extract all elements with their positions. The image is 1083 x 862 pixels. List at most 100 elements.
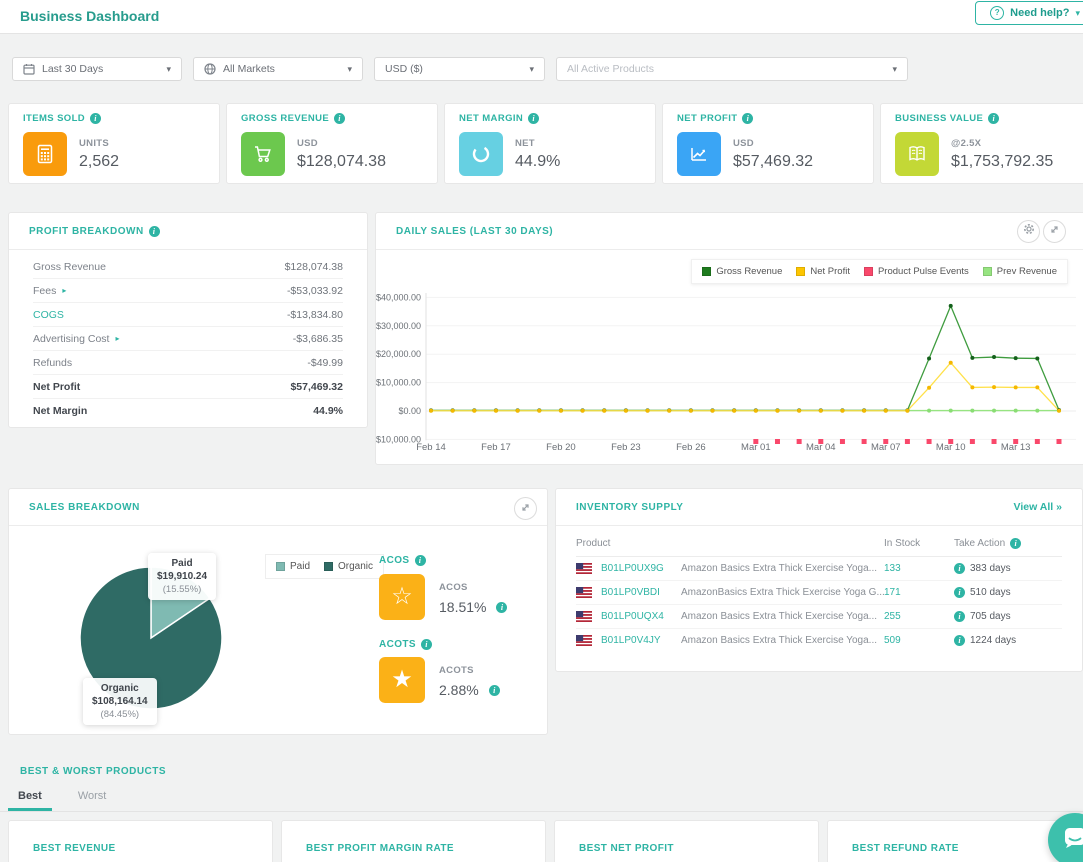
profit-row-fees[interactable]: Fees-$53,033.92 [33, 279, 343, 303]
question-circle-icon [990, 6, 1005, 20]
legend-swatch [863, 267, 873, 276]
info-icon[interactable] [742, 113, 754, 124]
need-help-label: Need help? [1010, 7, 1070, 19]
need-help-button[interactable]: Need help? [975, 1, 1083, 25]
chart-legend: Gross Revenue Net Profit Product Pulse E… [691, 259, 1068, 284]
legend-swatch [324, 562, 334, 571]
stock-value[interactable]: 171 [884, 587, 901, 598]
products-dropdown[interactable]: All Active Products [556, 57, 908, 81]
svg-text:Feb 20: Feb 20 [546, 442, 576, 453]
kpi-sub: @2.5X [951, 137, 982, 149]
pie-tooltip-organic: Organic $108,164.14 (84.45%) [83, 678, 157, 725]
calendar-icon [23, 63, 35, 75]
acos-value: 18.51% [439, 599, 508, 615]
currency-dropdown[interactable]: USD ($) [374, 57, 545, 81]
svg-text:Feb 23: Feb 23 [611, 442, 641, 453]
gear-icon [1023, 222, 1035, 240]
asin-link[interactable]: B01LP0V4JY [601, 635, 681, 646]
expand-arrow-icon[interactable] [62, 286, 66, 295]
daily-sales-panel: DAILY SALES (LAST 30 DAYS) Gross Revenue… [375, 212, 1083, 465]
svg-text:$10,000.00: $10,000.00 [376, 378, 421, 388]
expand-arrow-icon[interactable] [115, 334, 119, 343]
tab-worst[interactable]: Worst [68, 786, 117, 811]
info-icon[interactable] [90, 113, 102, 124]
inventory-row: B01LP0VBDI AmazonBasics Extra Thick Exerc… [576, 581, 1062, 605]
acots-heading: ACOTS [379, 639, 432, 650]
globe-icon [204, 63, 216, 75]
asin-link[interactable]: B01LP0UQX4 [601, 611, 681, 622]
acots-value: 2.88% [439, 682, 500, 698]
daily-sales-chart[interactable]: $40,000.00 $30,000.00 $20,000.00 $10,000.00… [376, 289, 1083, 459]
profit-row-advertising-cost[interactable]: Advertising Cost-$3,686.35 [33, 327, 343, 351]
stock-value[interactable]: 133 [884, 563, 901, 574]
info-icon[interactable] [488, 684, 500, 696]
chevron-down-icon [1075, 8, 1080, 19]
cart-icon [241, 132, 285, 176]
us-flag-icon [576, 635, 592, 646]
cogs-link[interactable]: COGS [33, 309, 64, 321]
info-icon[interactable] [528, 113, 540, 124]
acots-star-icon [379, 657, 425, 703]
inventory-header-row: Product In Stock Take Action [576, 530, 1062, 557]
info-icon[interactable] [954, 563, 965, 574]
kpi-value: $57,469.32 [733, 152, 814, 170]
profit-breakdown-panel: PROFIT BREAKDOWN Gross Revenue$128,074.3… [8, 212, 368, 428]
svg-text:Feb 17: Feb 17 [481, 442, 511, 453]
profit-row-gross-revenue: Gross Revenue $128,074.38 [33, 255, 343, 279]
star-outline-icon [391, 585, 413, 609]
kpi-net-margin: NET MARGIN NET 44.9% [444, 103, 656, 184]
asin-link[interactable]: B01LP0UX9G [601, 563, 681, 574]
stock-value[interactable]: 255 [884, 611, 901, 622]
info-icon[interactable] [496, 601, 508, 613]
page-title: Business Dashboard [20, 8, 160, 24]
inventory-row: B01LP0UX9G Amazon Basics Extra Thick Exer… [576, 557, 1062, 581]
svg-text:Feb 26: Feb 26 [676, 442, 706, 453]
inventory-row: B01LP0V4JY Amazon Basics Extra Thick Exer… [576, 629, 1062, 652]
tab-best[interactable]: Best [8, 786, 52, 811]
chart-expand-button[interactable] [1043, 219, 1066, 243]
legend-prev-revenue[interactable]: Prev Revenue [982, 266, 1057, 277]
chart-settings-button[interactable] [1017, 219, 1040, 243]
product-name: Amazon Basics Extra Thick Exercise Yoga.… [681, 635, 878, 646]
kpi-items-sold: ITEMS SOLD UNITS 2,562 [8, 103, 220, 184]
profit-row-net-margin: Net Margin 44.9% [33, 404, 343, 417]
sales-breakdown-title: SALES BREAKDOWN [29, 501, 140, 513]
kpi-title: NET MARGIN [459, 113, 524, 124]
info-icon[interactable] [414, 555, 426, 566]
inventory-title: INVENTORY SUPPLY [576, 501, 684, 513]
sales-expand-button[interactable] [514, 497, 537, 520]
kpi-value: $1,753,792.35 [951, 152, 1054, 170]
legend-product-pulse-events[interactable]: Product Pulse Events [863, 266, 969, 277]
currency-value: USD ($) [385, 63, 423, 75]
stock-value[interactable]: 509 [884, 635, 901, 646]
info-icon[interactable] [954, 611, 965, 622]
info-icon[interactable] [1010, 537, 1022, 549]
info-icon[interactable] [988, 113, 1000, 124]
kpi-title: GROSS REVENUE [241, 113, 330, 124]
pie-legend-organic[interactable]: Organic [324, 561, 373, 572]
legend-net-profit[interactable]: Net Profit [796, 266, 850, 277]
svg-text:$0.00: $0.00 [398, 406, 421, 416]
legend-gross-revenue[interactable]: Gross Revenue [702, 266, 782, 277]
markets-dropdown[interactable]: All Markets [193, 57, 363, 81]
kpi-value: 2,562 [79, 152, 120, 170]
date-range-value: Last 30 Days [42, 63, 104, 75]
profit-breakdown-title: PROFIT BREAKDOWN [29, 225, 144, 237]
product-name: Amazon Basics Extra Thick Exercise Yoga.… [681, 563, 878, 574]
top-bar: Business Dashboard Need help? [0, 0, 1083, 34]
pie-legend-paid[interactable]: Paid [276, 561, 310, 572]
asin-link[interactable]: B01LP0VBDI [601, 587, 681, 598]
info-icon[interactable] [148, 225, 160, 237]
kpi-row: ITEMS SOLD UNITS 2,562 GROSS REVENUE USD… [8, 103, 1083, 184]
view-all-link[interactable]: View All » [1014, 501, 1062, 513]
legend-swatch [796, 267, 806, 276]
info-icon[interactable] [954, 587, 965, 598]
info-icon[interactable] [954, 635, 965, 646]
info-icon[interactable] [421, 639, 432, 650]
date-range-dropdown[interactable]: Last 30 Days [12, 57, 182, 81]
info-icon[interactable] [334, 113, 346, 124]
inventory-row: B01LP0UQX4 Amazon Basics Extra Thick Exer… [576, 605, 1062, 629]
pie-legend: Paid Organic [265, 554, 385, 579]
us-flag-icon [576, 587, 592, 598]
product-name: Amazon Basics Extra Thick Exercise Yoga.… [681, 611, 878, 622]
